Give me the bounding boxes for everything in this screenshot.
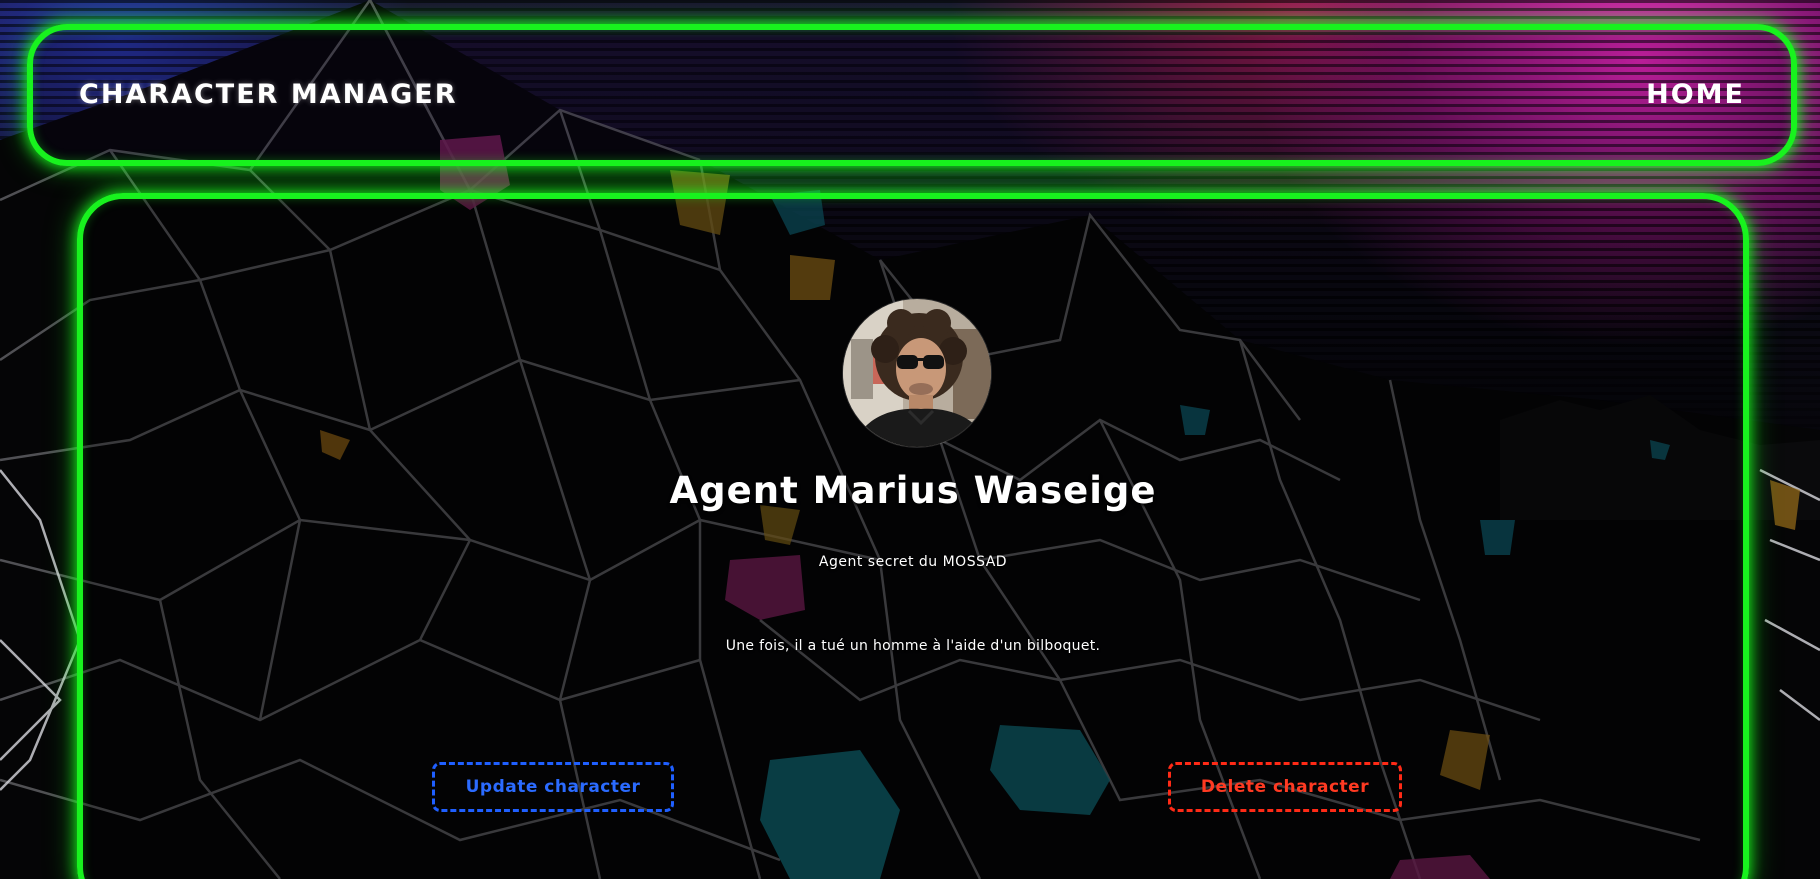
character-name: Agent Marius Waseige bbox=[669, 469, 1157, 512]
page: CHARACTER MANAGER HOME Agent Marius Wase… bbox=[0, 0, 1820, 879]
update-character-button[interactable]: Update character bbox=[432, 762, 674, 812]
character-description: Une fois, il a tué un homme à l'aide d'u… bbox=[725, 638, 1101, 654]
character-title: Agent secret du MOSSAD bbox=[818, 554, 1008, 570]
delete-character-button[interactable]: Delete character bbox=[1168, 762, 1402, 812]
character-card: Agent Marius Waseige Agent secret du MOS… bbox=[77, 193, 1749, 879]
nav-home-link[interactable]: HOME bbox=[1646, 79, 1745, 110]
avatar-photo bbox=[843, 299, 991, 447]
navbar: CHARACTER MANAGER HOME bbox=[27, 24, 1797, 166]
avatar bbox=[843, 299, 991, 447]
brand-title[interactable]: CHARACTER MANAGER bbox=[79, 79, 458, 110]
